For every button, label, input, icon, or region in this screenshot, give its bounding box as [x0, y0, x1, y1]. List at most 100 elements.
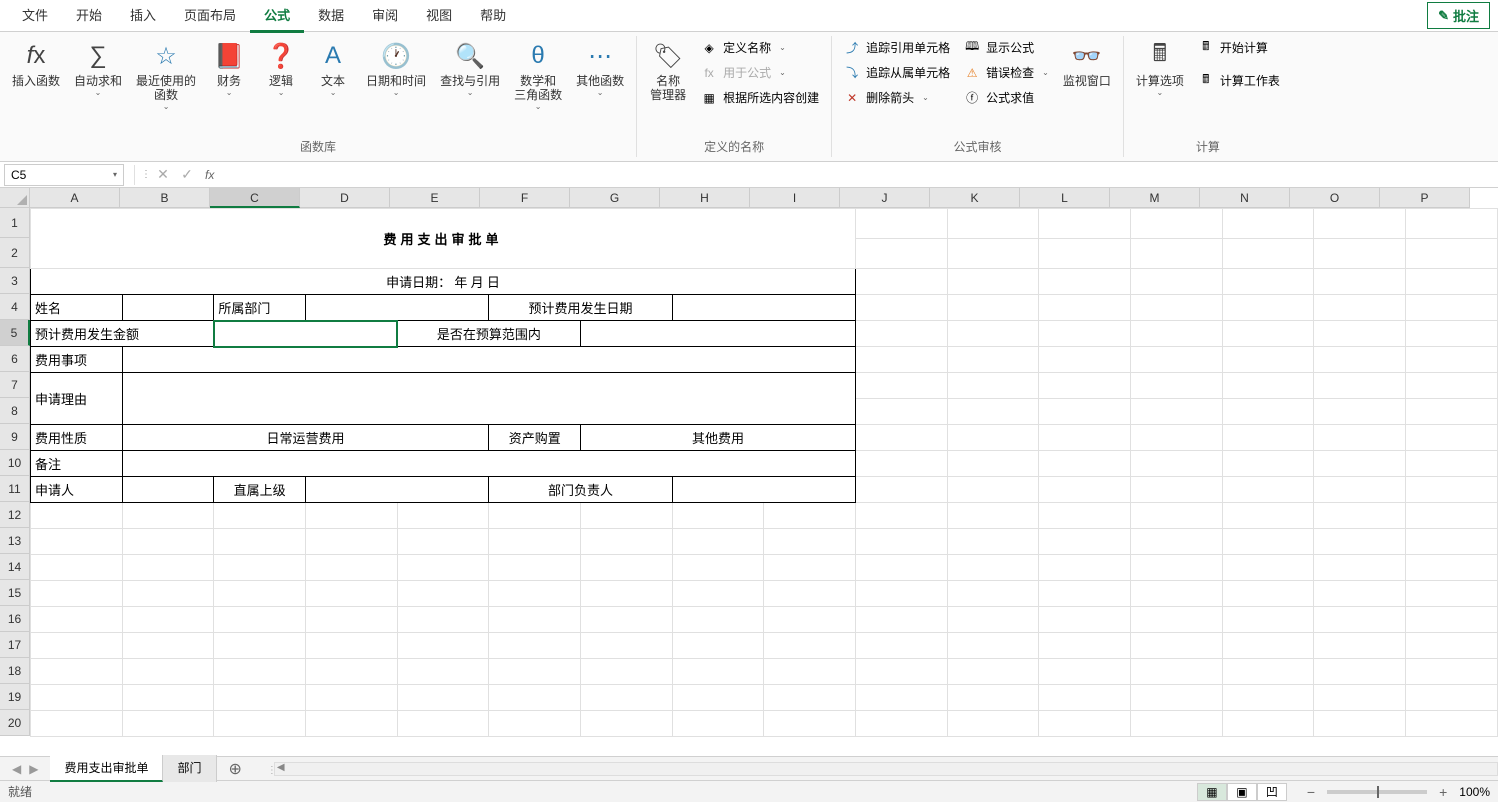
autosum-button[interactable]: ∑ 自动求和 ⌄: [68, 36, 128, 101]
error-check-button[interactable]: ⚠错误检查⌄: [958, 61, 1055, 84]
col-header-D[interactable]: D: [300, 188, 390, 208]
menu-data[interactable]: 数据: [304, 0, 358, 33]
add-sheet-button[interactable]: ⊕: [217, 759, 254, 779]
row-header-17[interactable]: 17: [0, 632, 30, 658]
row-header-9[interactable]: 9: [0, 424, 30, 450]
label-remark[interactable]: 备注: [31, 451, 123, 477]
label-dept-head[interactable]: 部门负责人: [489, 477, 672, 503]
row-header-7[interactable]: 7: [0, 372, 30, 398]
label-item[interactable]: 费用事项: [31, 347, 123, 373]
menu-insert[interactable]: 插入: [116, 0, 170, 33]
math-trig-button[interactable]: θ 数学和 三角函数 ⌄: [508, 36, 568, 115]
row-header-5[interactable]: 5: [0, 320, 30, 346]
menu-file[interactable]: 文件: [8, 0, 62, 33]
menu-help[interactable]: 帮助: [466, 0, 520, 33]
define-name-button[interactable]: ◈ 定义名称 ⌄: [695, 36, 825, 59]
label-reason[interactable]: 申请理由: [31, 373, 123, 425]
sheet-prev-button[interactable]: ◀: [12, 762, 21, 776]
col-header-M[interactable]: M: [1110, 188, 1200, 208]
zoom-in-button[interactable]: +: [1435, 784, 1451, 800]
col-header-H[interactable]: H: [660, 188, 750, 208]
row-header-16[interactable]: 16: [0, 606, 30, 632]
zoom-value[interactable]: 100%: [1459, 785, 1490, 799]
nature-option2[interactable]: 资产购置: [489, 425, 581, 451]
calc-options-button[interactable]: 🖩 计算选项 ⌄: [1130, 36, 1190, 101]
col-header-N[interactable]: N: [1200, 188, 1290, 208]
nature-option1[interactable]: 日常运营费用: [122, 425, 489, 451]
label-supervisor[interactable]: 直属上级: [214, 477, 306, 503]
value-name[interactable]: [122, 295, 214, 321]
confirm-formula-button[interactable]: ✓: [175, 166, 199, 183]
annotate-button[interactable]: ✎ 批注: [1427, 2, 1490, 29]
col-header-G[interactable]: G: [570, 188, 660, 208]
insert-function-button[interactable]: fx 插入函数: [6, 36, 66, 92]
value-reason[interactable]: [122, 373, 855, 425]
menu-home[interactable]: 开始: [62, 0, 116, 33]
row-header-13[interactable]: 13: [0, 528, 30, 554]
lookup-button[interactable]: 🔍 查找与引用 ⌄: [434, 36, 506, 101]
row-header-19[interactable]: 19: [0, 684, 30, 710]
row-header-14[interactable]: 14: [0, 554, 30, 580]
evaluate-formula-button[interactable]: ⓕ公式求值: [958, 86, 1055, 109]
value-supervisor[interactable]: [306, 477, 489, 503]
label-nature[interactable]: 费用性质: [31, 425, 123, 451]
row-header-4[interactable]: 4: [0, 294, 30, 320]
sheet-next-button[interactable]: ▶: [29, 762, 38, 776]
formula-input[interactable]: [220, 164, 1498, 186]
col-header-J[interactable]: J: [840, 188, 930, 208]
row-header-20[interactable]: 20: [0, 710, 30, 736]
row-header-1[interactable]: 1: [0, 208, 30, 238]
row-header-2[interactable]: 2: [0, 238, 30, 268]
scroll-left-icon[interactable]: ◀: [277, 762, 285, 773]
row-header-15[interactable]: 15: [0, 580, 30, 606]
row-header-3[interactable]: 3: [0, 268, 30, 294]
logical-button[interactable]: ❓ 逻辑 ⌄: [256, 36, 306, 101]
label-expected-amount[interactable]: 预计费用发生金额: [31, 321, 214, 347]
name-box[interactable]: C5 ▾: [4, 164, 124, 186]
zoom-slider[interactable]: [1327, 790, 1427, 794]
normal-view-button[interactable]: ▦: [1197, 783, 1227, 801]
form-title[interactable]: 费用支出审批单: [31, 209, 856, 269]
value-expected-date[interactable]: [672, 295, 855, 321]
trace-precedents-button[interactable]: ⤴追踪引用单元格: [838, 36, 956, 59]
menu-review[interactable]: 审阅: [358, 0, 412, 33]
value-item[interactable]: [122, 347, 855, 373]
col-header-E[interactable]: E: [390, 188, 480, 208]
page-layout-view-button[interactable]: ▣: [1227, 783, 1257, 801]
remove-arrows-button[interactable]: ✕删除箭头⌄: [838, 86, 956, 109]
sheet-tab-2[interactable]: 部门: [163, 755, 216, 782]
label-dept[interactable]: 所属部门: [214, 295, 306, 321]
label-applicant[interactable]: 申请人: [31, 477, 123, 503]
trace-dependents-button[interactable]: ⤵追踪从属单元格: [838, 61, 956, 84]
recent-functions-button[interactable]: ☆ 最近使用的 函数 ⌄: [130, 36, 202, 115]
more-functions-button[interactable]: ⋯ 其他函数 ⌄: [570, 36, 630, 101]
active-cell-C5[interactable]: [214, 321, 397, 347]
row-header-11[interactable]: 11: [0, 476, 30, 502]
zoom-out-button[interactable]: −: [1303, 784, 1319, 800]
value-dept-head[interactable]: [672, 477, 855, 503]
col-header-P[interactable]: P: [1380, 188, 1470, 208]
row-header-10[interactable]: 10: [0, 450, 30, 476]
value-applicant[interactable]: [122, 477, 214, 503]
sheet-tab-1[interactable]: 费用支出审批单: [50, 755, 163, 782]
col-header-B[interactable]: B: [120, 188, 210, 208]
menu-page-layout[interactable]: 页面布局: [170, 0, 250, 33]
col-header-F[interactable]: F: [480, 188, 570, 208]
col-header-I[interactable]: I: [750, 188, 840, 208]
page-break-view-button[interactable]: 凹: [1257, 783, 1287, 801]
calculate-sheet-button[interactable]: 🖩计算工作表: [1192, 69, 1286, 92]
watch-window-button[interactable]: 👓 监视窗口: [1057, 36, 1117, 92]
row-header-6[interactable]: 6: [0, 346, 30, 372]
value-in-budget[interactable]: [581, 321, 856, 347]
fx-label[interactable]: fx: [199, 168, 220, 182]
financial-button[interactable]: 📕 财务 ⌄: [204, 36, 254, 101]
col-header-C[interactable]: C: [210, 188, 300, 208]
col-header-L[interactable]: L: [1020, 188, 1110, 208]
label-expected-date[interactable]: 预计费用发生日期: [489, 295, 672, 321]
label-name[interactable]: 姓名: [31, 295, 123, 321]
calculate-now-button[interactable]: 🖩开始计算: [1192, 36, 1286, 59]
menu-formulas[interactable]: 公式: [250, 0, 304, 33]
row-header-12[interactable]: 12: [0, 502, 30, 528]
col-header-A[interactable]: A: [30, 188, 120, 208]
menu-view[interactable]: 视图: [412, 0, 466, 33]
